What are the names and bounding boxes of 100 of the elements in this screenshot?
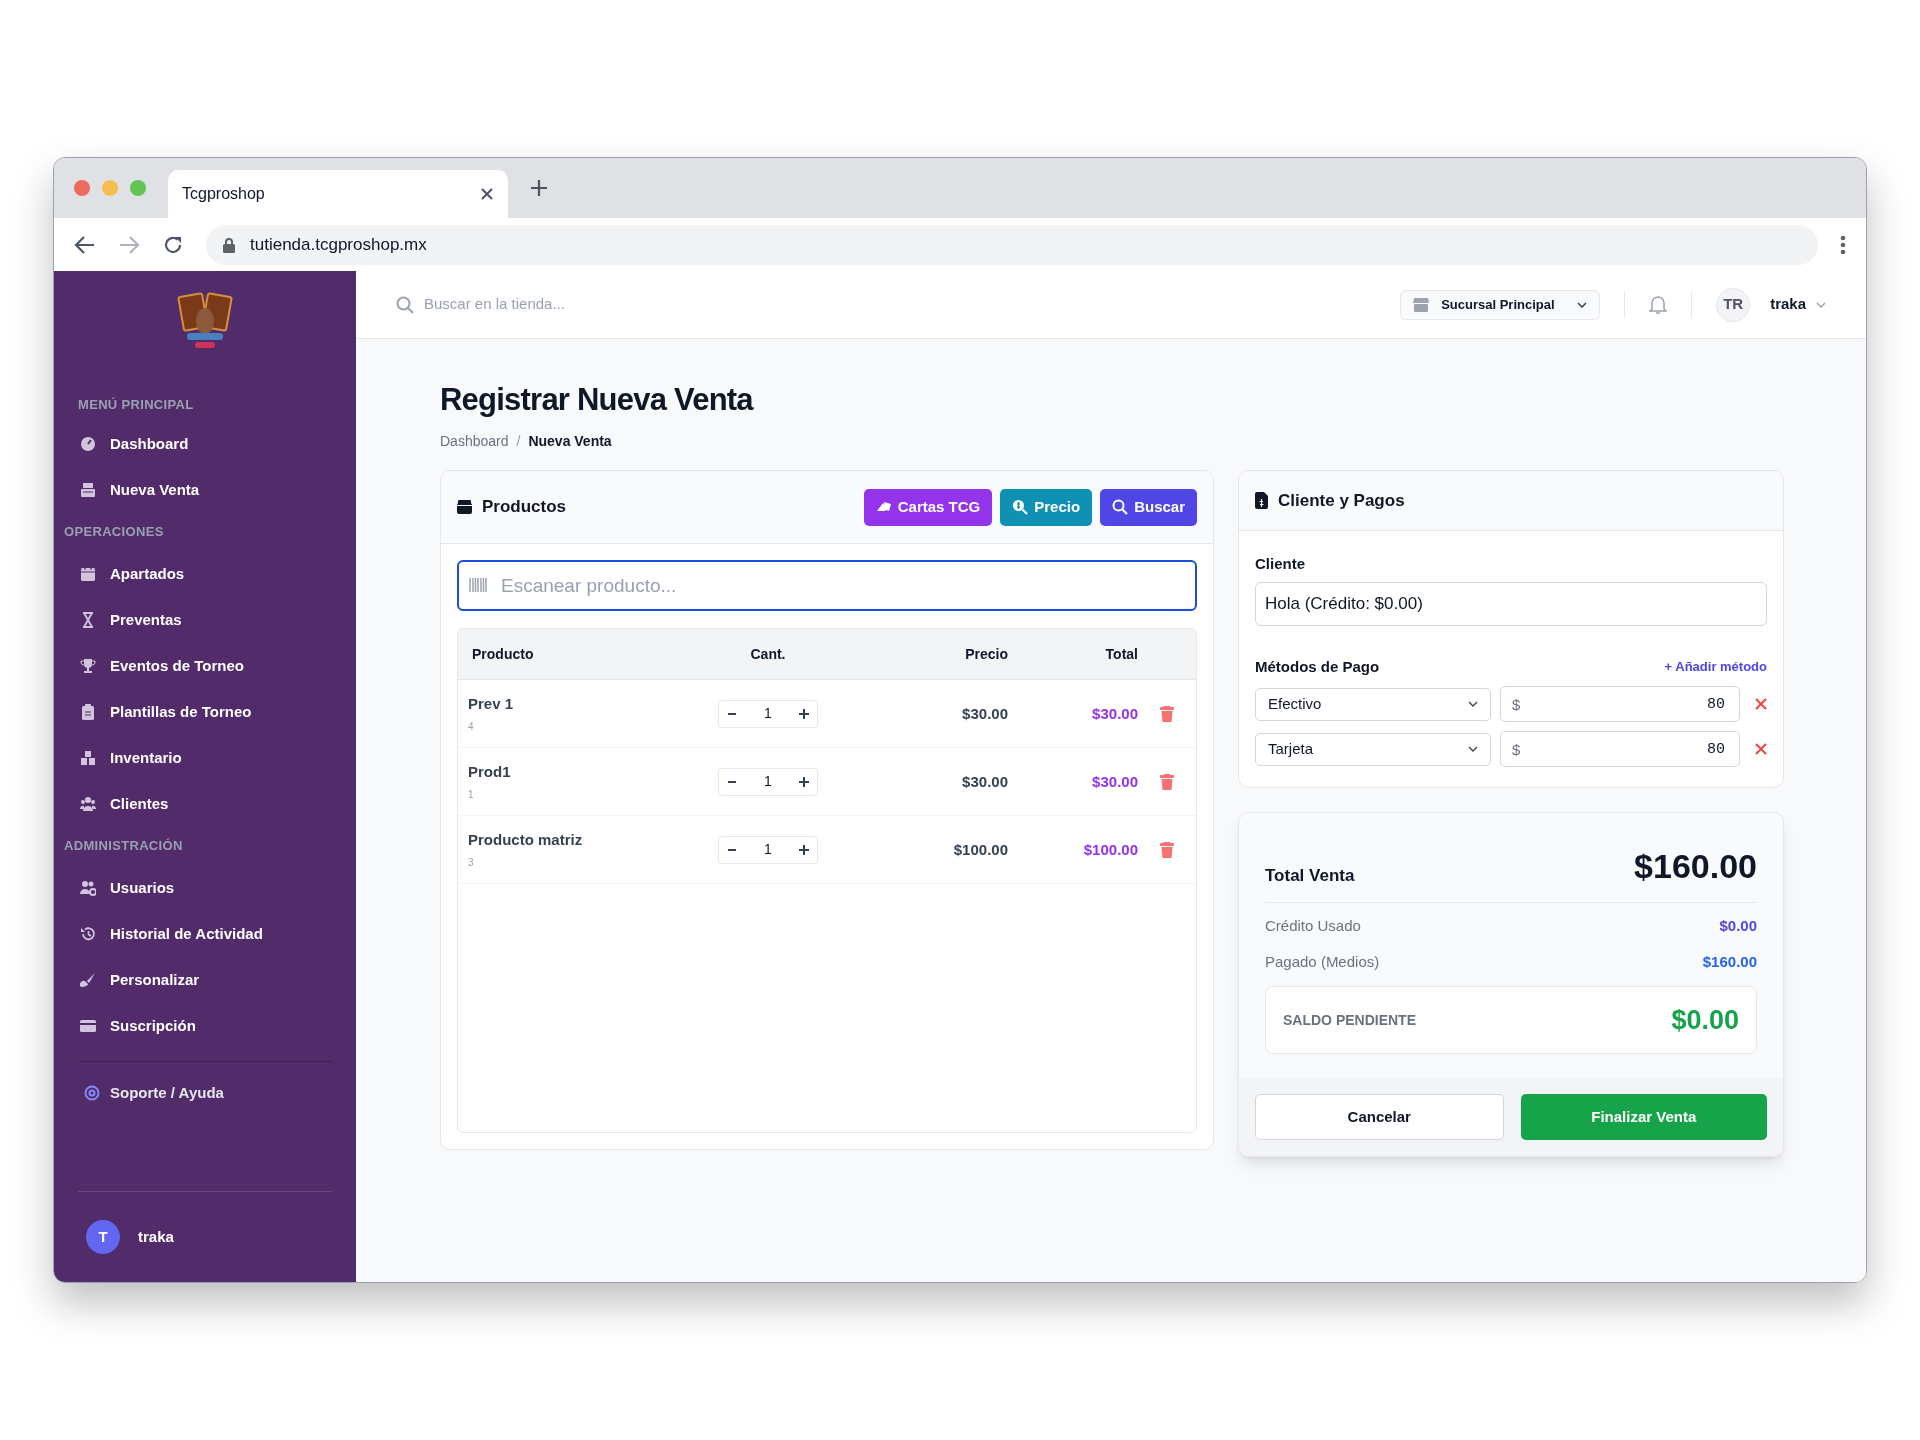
section-heading: OPERACIONES xyxy=(63,523,165,542)
cards-button[interactable]: Cartas TCG xyxy=(863,488,993,526)
paid-amount: $160.00 xyxy=(1702,951,1757,972)
section-heading: MENÚ PRINCIPAL xyxy=(77,396,195,415)
balance-amount: $0.00 xyxy=(1671,1003,1739,1037)
cancel-button[interactable]: Cancelar xyxy=(1255,1094,1504,1140)
remove-method-button[interactable] xyxy=(1755,698,1767,710)
total-amount: $160.00 xyxy=(1634,846,1757,887)
minus-icon xyxy=(728,848,736,851)
sidebar-item[interactable]: Usuarios xyxy=(54,865,356,911)
back-arrow-icon[interactable] xyxy=(74,234,96,255)
search-button[interactable]: Buscar xyxy=(1100,488,1197,526)
user-name: traka xyxy=(138,1226,174,1247)
column-header: Precio xyxy=(965,645,1008,662)
delete-button[interactable] xyxy=(1160,705,1174,722)
close-icon xyxy=(1755,743,1767,755)
new-tab-icon[interactable] xyxy=(530,179,548,197)
close-icon xyxy=(1755,698,1767,710)
delete-button[interactable] xyxy=(1160,773,1174,790)
product-name: Producto matriz xyxy=(468,830,584,851)
sidebar-item[interactable]: Inventario xyxy=(54,735,356,781)
product-code: 4 xyxy=(468,719,475,734)
product-code: 3 xyxy=(468,855,475,870)
add-method-link[interactable]: + Añadir método xyxy=(1664,657,1767,677)
unit-price: $30.00 xyxy=(962,704,1008,722)
client-select[interactable]: Hola (Crédito: $0.00) xyxy=(1255,581,1767,626)
column-header: Producto xyxy=(472,645,534,662)
remove-method-button[interactable] xyxy=(1755,743,1767,755)
payment-method-select[interactable]: Tarjeta xyxy=(1255,732,1491,766)
support-link[interactable]: Soporte / Ayuda xyxy=(54,1068,356,1118)
sidebar-item[interactable]: Suscripción xyxy=(54,1003,356,1049)
balance-label: SALDO PENDIENTE xyxy=(1283,1010,1416,1030)
paid-label: Pagado (Medios) xyxy=(1265,951,1380,972)
clipboard-icon xyxy=(80,704,96,720)
user-avatar[interactable]: TR xyxy=(1716,287,1751,322)
currency-symbol: $ xyxy=(1512,695,1521,715)
sidebar-item[interactable]: Apartados xyxy=(54,551,356,597)
calendar-icon xyxy=(80,566,96,582)
user-avatar: T xyxy=(86,1220,120,1254)
users-gear-icon xyxy=(80,880,96,896)
column-header: Cant. xyxy=(750,645,786,662)
quantity-value: 1 xyxy=(764,704,772,723)
increase-button[interactable] xyxy=(797,706,811,721)
total-label: Total Venta xyxy=(1265,864,1355,887)
breadcrumb-separator: / xyxy=(516,432,521,451)
column-header: Total xyxy=(1105,645,1138,662)
sidebar-item[interactable]: Dashboard xyxy=(54,421,356,467)
search-icon xyxy=(396,295,414,314)
credit-card-icon xyxy=(80,1018,96,1034)
sidebar-item[interactable]: Eventos de Torneo xyxy=(54,643,356,689)
plus-icon xyxy=(799,844,809,855)
close-icon[interactable] xyxy=(480,187,494,201)
sidebar-item[interactable]: Nueva Venta xyxy=(54,467,356,513)
sidebar-item[interactable]: Preventas xyxy=(54,597,356,643)
scan-product-field[interactable]: Escanear producto... xyxy=(457,560,1197,611)
lifebuoy-icon xyxy=(84,1085,100,1101)
currency-symbol: $ xyxy=(1512,740,1521,760)
unit-price: $30.00 xyxy=(962,772,1008,790)
tab-title: Tcgproshop xyxy=(182,184,265,204)
minus-icon xyxy=(728,712,736,715)
user-menu[interactable]: traka xyxy=(1770,293,1806,316)
trash-icon xyxy=(1160,841,1174,858)
trash-icon xyxy=(1160,705,1174,722)
barcode-icon xyxy=(469,577,487,593)
field-label: Métodos de Pago xyxy=(1255,656,1380,677)
sidebar-item[interactable]: Historial de Actividad xyxy=(54,911,356,957)
sidebar-item[interactable]: Clientes xyxy=(54,781,356,827)
delete-button[interactable] xyxy=(1160,841,1174,858)
box-icon xyxy=(457,500,472,514)
invoice-icon xyxy=(1255,492,1268,509)
line-total: $30.00 xyxy=(1092,772,1138,790)
plus-icon xyxy=(799,708,809,719)
address-bar[interactable]: tutienda.tcgproshop.mx xyxy=(206,224,1818,265)
browser-tab[interactable]: Tcgproshop xyxy=(168,170,508,218)
trash-icon xyxy=(1160,773,1174,790)
lock-icon xyxy=(222,236,236,253)
price-button[interactable]: Precio xyxy=(1000,488,1093,526)
store-icon xyxy=(1413,297,1430,312)
sidebar-item[interactable]: Personalizar xyxy=(54,957,356,1003)
line-total: $100.00 xyxy=(1083,840,1138,858)
store-search-field[interactable]: Buscar en la tienda... xyxy=(424,293,896,316)
page-title: Registrar Nueva Venta xyxy=(440,381,755,419)
line-total: $30.00 xyxy=(1092,704,1138,722)
plus-icon xyxy=(799,776,809,787)
search-dollar-icon xyxy=(1012,499,1029,515)
payment-method-select[interactable]: Efectivo xyxy=(1255,687,1491,721)
field-label: Cliente xyxy=(1255,554,1306,574)
section-heading: ADMINISTRACIÓN xyxy=(63,837,184,856)
users-icon xyxy=(80,796,96,812)
more-options-icon[interactable] xyxy=(1840,234,1846,255)
product-code: 1 xyxy=(468,787,475,802)
credit-label: Crédito Usado xyxy=(1265,916,1361,936)
search-icon xyxy=(1112,499,1129,515)
breadcrumb-link[interactable]: Dashboard xyxy=(440,431,509,452)
branch-select[interactable]: Sucursal Principal xyxy=(1400,289,1601,320)
history-icon xyxy=(80,926,96,942)
increase-button[interactable] xyxy=(797,842,811,857)
increase-button[interactable] xyxy=(797,774,811,789)
sidebar-item[interactable]: Plantillas de Torneo xyxy=(54,689,356,735)
logo-drawing xyxy=(175,291,235,351)
